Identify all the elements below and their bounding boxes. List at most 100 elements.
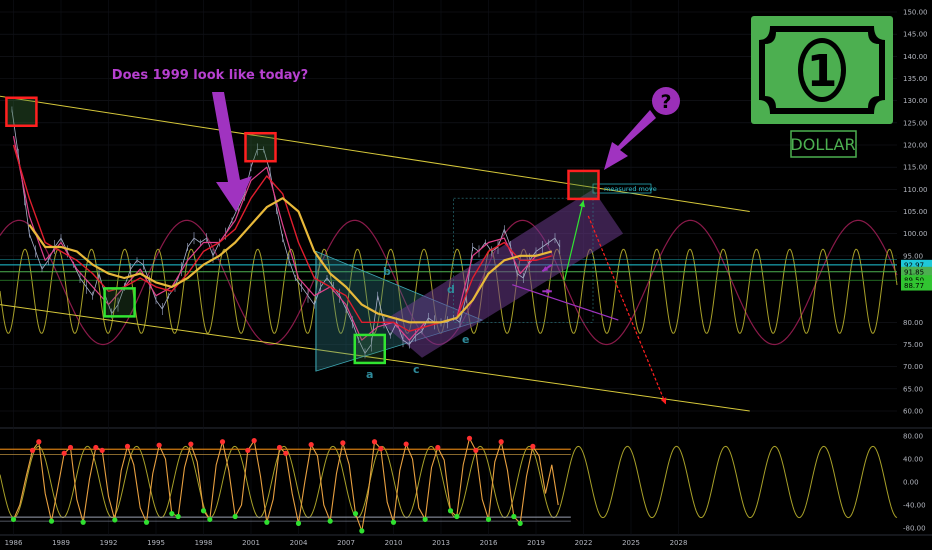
osc-y-tick-label: -80.00 <box>903 525 926 533</box>
osc-oversold-dot <box>80 519 86 525</box>
osc-oversold-dot <box>264 519 270 525</box>
x-tick-label: 1992 <box>100 539 118 547</box>
y-tick-label: 145.00 <box>903 31 928 39</box>
x-tick-label: 2013 <box>432 539 450 547</box>
target-box-2022 <box>567 169 600 201</box>
osc-y-tick-label: 80.00 <box>903 433 923 441</box>
osc-oversold-dot <box>169 511 175 517</box>
x-tick-label: 2019 <box>527 539 545 547</box>
osc-y-tick-label: 40.00 <box>903 456 923 464</box>
low-box-2008 <box>353 333 386 365</box>
y-tick-label: 140.00 <box>903 53 928 61</box>
osc-overbought-dot <box>251 438 257 444</box>
osc-overbought-dot <box>371 439 378 445</box>
osc-overbought-dot <box>29 447 36 453</box>
osc-oversold-dot <box>390 519 397 525</box>
wave-label-b: b <box>383 265 391 278</box>
y-tick-label: 110.00 <box>903 186 928 194</box>
y-tick-label: 75.00 <box>903 341 923 349</box>
wave-label-a: a <box>366 368 373 381</box>
osc-overbought-dot <box>99 447 105 453</box>
osc-oversold-dot <box>422 516 428 522</box>
osc-overbought-dot <box>36 439 42 445</box>
y-tick-label: 115.00 <box>903 164 928 172</box>
x-tick-label: 2022 <box>575 539 593 547</box>
osc-overbought-dot <box>283 450 289 456</box>
osc-oversold-dot <box>10 516 17 522</box>
y-tick-label: 80.00 <box>903 319 923 327</box>
x-tick-label: 2028 <box>670 539 688 547</box>
osc-y-tick-label: -40.00 <box>903 502 926 510</box>
osc-overbought-dot <box>156 442 162 448</box>
high-box-1986 <box>5 96 38 127</box>
osc-oversold-dot <box>327 518 333 524</box>
y-tick-label: 105.00 <box>903 208 928 216</box>
price-tag-label: 88.77 <box>904 282 924 290</box>
x-tick-label: 1998 <box>195 539 213 547</box>
y-tick-label: 150.00 <box>903 9 928 17</box>
osc-oversold-dot <box>112 517 118 523</box>
y-tick-label: 65.00 <box>903 385 923 393</box>
y-tick-label: 135.00 <box>903 75 928 83</box>
osc-overbought-dot <box>466 435 473 441</box>
x-tick-label: 1995 <box>147 539 165 547</box>
osc-oversold-dot <box>232 513 238 520</box>
wave-label-c: c <box>413 363 420 376</box>
question-badge-glyph: ? <box>660 91 671 113</box>
y-tick-label: 100.00 <box>903 230 928 238</box>
measured-move-label: measured move <box>604 185 657 193</box>
high-box-2001 <box>244 131 277 163</box>
osc-overbought-dot <box>308 442 314 448</box>
osc-oversold-dot <box>359 528 365 534</box>
osc-overbought-dot <box>276 444 283 451</box>
x-tick-label: 2001 <box>242 539 260 547</box>
osc-overbought-dot <box>219 439 226 445</box>
x-tick-label: 2004 <box>290 539 308 547</box>
x-tick-label: 2007 <box>337 539 355 547</box>
osc-oversold-dot <box>511 513 517 520</box>
osc-oversold-dot <box>454 513 460 520</box>
osc-overbought-dot <box>378 446 384 452</box>
dollar-digit: 1 <box>807 46 838 97</box>
y-tick-label: 130.00 <box>903 97 928 105</box>
y-tick-label: 60.00 <box>903 408 923 416</box>
chart-canvas: 150.00145.00140.00135.00130.00125.00120.… <box>0 0 932 550</box>
osc-overbought-dot <box>530 443 536 449</box>
osc-overbought-dot <box>93 444 99 451</box>
osc-overbought-dot <box>245 447 251 453</box>
osc-oversold-dot <box>447 508 454 514</box>
osc-oversold-dot <box>48 518 55 524</box>
osc-oversold-dot <box>295 520 302 527</box>
y-tick-label: 95.00 <box>903 252 923 260</box>
osc-overbought-dot <box>67 444 74 451</box>
x-tick-label: 1989 <box>52 539 70 547</box>
osc-oversold-dot <box>175 513 181 520</box>
osc-y-tick-label: 0.00 <box>903 479 919 487</box>
y-tick-label: 125.00 <box>903 119 928 127</box>
osc-overbought-dot <box>61 450 67 456</box>
osc-overbought-dot <box>340 440 346 446</box>
x-tick-label: 2025 <box>622 539 640 547</box>
price-tag-label: 91.85 <box>904 268 924 276</box>
osc-overbought-dot <box>498 439 504 445</box>
osc-overbought-dot <box>473 447 479 453</box>
y-tick-label: 70.00 <box>903 363 923 371</box>
osc-oversold-dot <box>207 516 213 522</box>
x-tick-label: 2016 <box>480 539 498 547</box>
osc-oversold-dot <box>485 516 492 522</box>
osc-overbought-dot <box>124 443 131 449</box>
x-tick-label: 2010 <box>385 539 403 547</box>
question-annotation: Does 1999 look like today? <box>112 68 308 83</box>
dollar-word: DOLLAR <box>790 135 855 154</box>
osc-overbought-dot <box>403 441 409 447</box>
x-tick-label: 1986 <box>5 539 23 547</box>
y-tick-label: 120.00 <box>903 142 928 150</box>
low-box-1992 <box>103 287 136 318</box>
osc-oversold-dot <box>200 508 207 514</box>
osc-overbought-dot <box>435 444 441 451</box>
osc-oversold-dot <box>143 519 150 525</box>
wave-label-d: d <box>447 283 455 296</box>
osc-overbought-dot <box>188 441 194 447</box>
osc-oversold-dot <box>517 520 523 527</box>
osc-oversold-dot <box>352 511 359 517</box>
